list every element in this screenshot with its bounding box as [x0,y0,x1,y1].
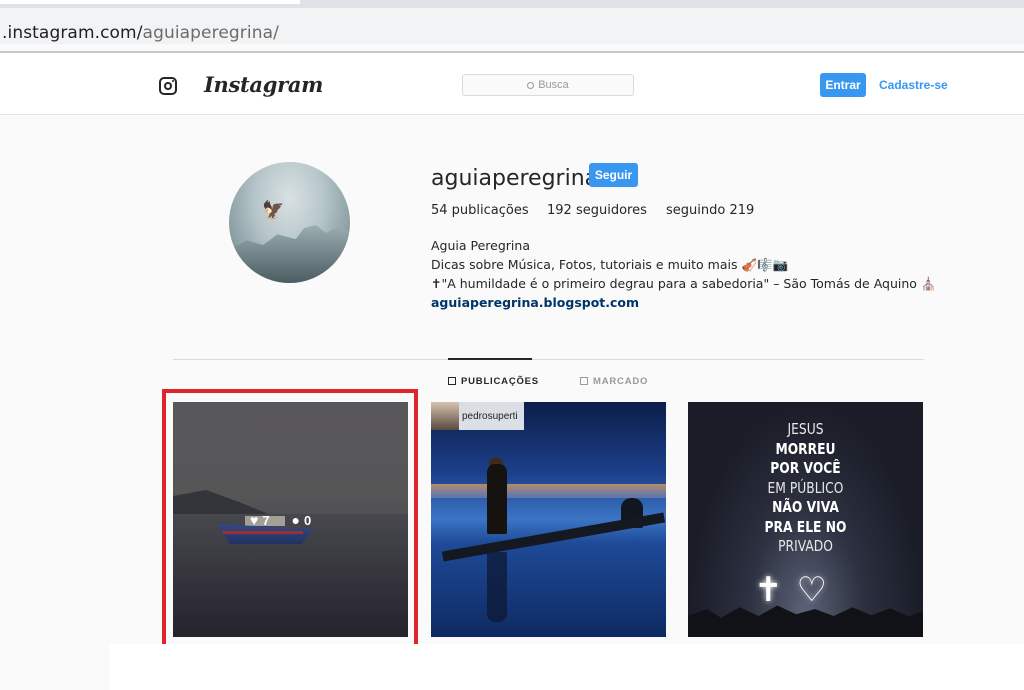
login-button[interactable]: Entrar [820,73,866,97]
signup-link[interactable]: Cadastre-se [879,78,948,92]
tab-publicacoes-label: PUBLICAÇÕES [461,376,539,387]
profile-username: aguiaperegrina [431,166,599,191]
quote-line-1: JESUS [787,420,824,438]
quote-line-3: POR VOCÊ [770,459,841,477]
profile-bio: Aguia Peregrina Dicas sobre Música, Foto… [431,236,936,312]
search-icon [527,82,535,89]
avatar-eagle-image: 🦅 [262,200,285,220]
profile-divider [173,359,924,360]
url-text[interactable]: .instagram.com/aguiaperegrina/ [2,23,279,43]
bio-line-1: Dicas sobre Música, Fotos, tutoriais e m… [431,257,789,272]
search-placeholder: Busca [538,79,569,91]
url-host: .instagram.com/ [2,23,143,43]
post2-canoe [441,512,666,562]
post2-horizon [431,484,666,498]
quote-line-4: EM PÚBLICO [767,478,844,497]
bio-website-link[interactable]: aguiaperegrina.blogspot.com [431,293,936,312]
address-bar[interactable]: .instagram.com/aguiaperegrina/ [0,8,1024,44]
quote-line-6: PRA ELE NO [764,517,847,536]
posts-count: 54 publicações [431,203,529,218]
tag-icon [580,377,588,385]
avatar-forest-image [229,225,350,283]
post-quote-text: JESUS MORREU POR VOCÊ EM PÚBLICO NÃO VIV… [709,420,902,557]
tab-marcado-label: MARCADO [593,376,649,387]
grid-icon [448,377,456,385]
credit-username: pedrosuperti [462,410,518,422]
post-credit-tag: pedrosuperti [431,402,524,430]
quote-line-5: NÃO VIVA [772,498,839,516]
post2-boy [487,464,507,534]
search-input[interactable]: Busca [462,74,634,96]
followers-count[interactable]: 192 seguidores [547,203,647,218]
post-jesus-quote[interactable]: JESUS MORREU POR VOCÊ EM PÚBLICO NÃO VIV… [688,402,923,637]
bottom-blank-area [110,644,1024,690]
bio-full-name: Aguia Peregrina [431,238,530,253]
tab-marcado[interactable]: MARCADO [580,376,648,387]
instagram-camera-icon[interactable] [159,77,177,95]
url-path: aguiaperegrina/ [142,23,279,43]
follow-button[interactable]: Seguir [589,163,638,187]
post-boy-on-canoe[interactable]: pedrosuperti [431,402,666,637]
instagram-header: Instagram Busca Entrar Cadastre-se [0,53,1024,115]
bio-line-2: ✝"A humildade é o primeiro degrau para a… [431,276,937,291]
active-tab-edge[interactable] [0,0,300,4]
highlight-box [162,389,418,650]
instagram-logo[interactable]: Instagram [204,72,323,97]
post2-reflection [487,552,507,622]
following-count[interactable]: seguindo 219 [666,203,754,218]
quote-line-2: MORREU [775,439,836,458]
tab-publicacoes[interactable]: PUBLICAÇÕES [448,376,539,387]
cross-heart-icon: ✝♡ [754,571,841,609]
active-tab-indicator [448,358,532,360]
browser-tab-strip [0,0,1024,8]
profile-avatar: 🦅 [229,162,350,283]
quote-line-7: PRIVADO [778,537,833,555]
credit-avatar [431,402,459,430]
